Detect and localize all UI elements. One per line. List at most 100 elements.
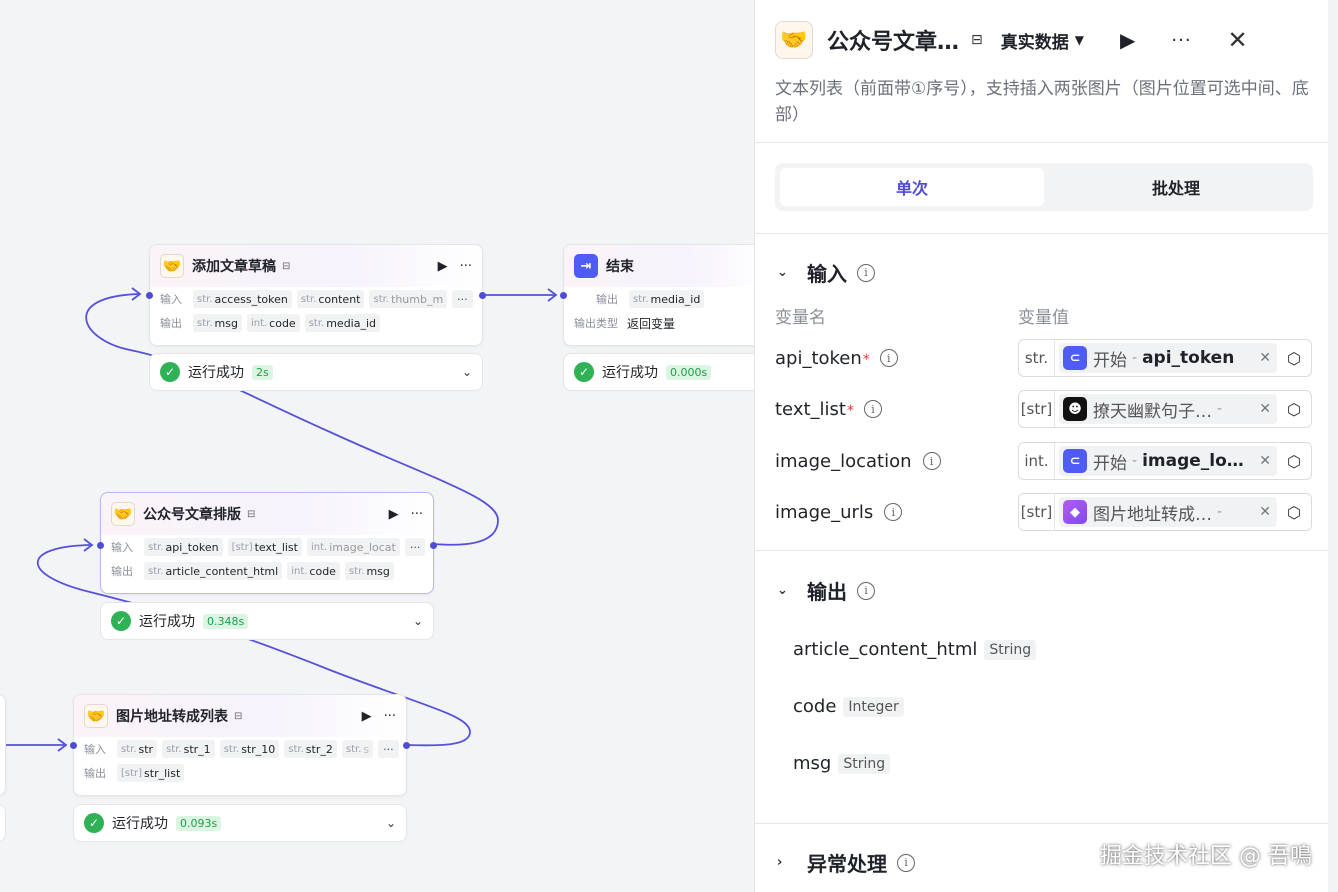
input-port[interactable] (560, 292, 567, 299)
input-section-header[interactable]: ⌄ 输入 i (777, 258, 875, 287)
plugin-icon: ⊟ (971, 32, 983, 48)
node-status-bar[interactable]: ✓ 运行成功 2s ⌄ (149, 353, 483, 391)
column-header-value: 变量值 (1018, 308, 1069, 328)
clear-icon[interactable]: ✕ (1259, 350, 1273, 366)
node-status-bar[interactable]: ✓ 运行成功 0.348s ⌄ (100, 602, 434, 640)
run-mode-tabs: 单次 批处理 (775, 163, 1313, 211)
param-value-field[interactable]: [str] ◆ 图片地址转成… - ✕ ⬡ (1018, 493, 1312, 531)
clear-icon[interactable]: ✕ (1259, 504, 1273, 520)
chevron-down-icon[interactable]: ⌄ (413, 614, 423, 628)
input-chip: str. api_token (144, 538, 223, 556)
param-row: text_list * i [str] ☻ 撩天幽默句子… - ✕ ⬡ (775, 390, 1315, 428)
variable-reference[interactable]: ☻ 撩天幽默句子… - ✕ (1059, 394, 1277, 424)
node-article-layout[interactable]: 🤝 公众号文章排版 ⊟ ▶ ··· 输入 str. api_token [str]… (97, 492, 437, 594)
start-node-icon: ⊂ (1063, 346, 1087, 370)
output-chip: str. article_content_html (144, 562, 283, 580)
clear-icon[interactable]: ✕ (1259, 453, 1273, 469)
variable-picker-icon[interactable]: ⬡ (1283, 501, 1305, 523)
more-inputs-button[interactable]: ··· (378, 740, 399, 758)
node-status-bar[interactable]: ✓ 运行成功 0.093s ⌄ (73, 804, 407, 842)
divider (755, 550, 1329, 551)
output-port[interactable] (479, 292, 486, 299)
run-icon[interactable]: ▶ (362, 709, 372, 724)
handshake-icon: 🤝 (84, 704, 108, 728)
status-text: 运行成功 (602, 365, 658, 381)
plugin-icon: ⊟ (247, 508, 256, 520)
node-title: 公众号文章排版 (143, 507, 241, 523)
exception-section-header[interactable]: › 异常处理 i (777, 848, 915, 877)
data-mode-select[interactable]: 真实数据 (1001, 28, 1069, 53)
success-icon: ✓ (574, 362, 594, 382)
node-image-to-list[interactable]: 🤝 图片地址转成列表 ⊟ ▶ ··· 输入 str. str str. str_1 … (70, 694, 410, 796)
more-icon[interactable]: ··· (411, 507, 423, 522)
run-icon[interactable]: ▶ (1120, 28, 1135, 52)
param-value-field[interactable]: int. ⊂ 开始 - image_lo… ✕ ⬡ (1018, 442, 1312, 480)
workflow-canvas[interactable]: 🤝 添加文章草稿 ⊟ ▶ ··· 输入 str. access_token str… (0, 0, 754, 892)
output-chip: int. code (287, 562, 340, 580)
watermark: 掘金技术社区 @ 吾鳴 (1100, 844, 1312, 869)
info-icon[interactable]: i (857, 263, 875, 282)
output-port[interactable] (430, 542, 437, 549)
output-section-header[interactable]: ⌄ 输出 i (777, 576, 875, 605)
variable-reference[interactable]: ⊂ 开始 - image_lo… ✕ (1059, 446, 1277, 476)
input-port[interactable] (97, 542, 104, 549)
success-icon: ✓ (160, 362, 180, 382)
param-value-field[interactable]: str. ⊂ 开始 - api_token ✕ ⬡ (1018, 339, 1312, 377)
output-label: 输出 (84, 767, 106, 780)
input-port[interactable] (70, 742, 77, 749)
node-title: 添加文章草稿 (192, 259, 276, 275)
output-port[interactable] (403, 742, 410, 749)
variable-picker-icon[interactable]: ⬡ (1283, 347, 1305, 369)
chevron-down-icon[interactable]: ⌄ (386, 816, 396, 830)
clear-icon[interactable]: ✕ (1259, 401, 1273, 417)
info-icon[interactable]: i (879, 349, 898, 367)
run-icon[interactable]: ▶ (389, 507, 399, 522)
more-icon[interactable]: ··· (1171, 30, 1191, 51)
divider (755, 823, 1329, 824)
info-icon[interactable]: i (884, 503, 903, 521)
status-text: 运行成功 (188, 365, 244, 381)
input-chip: int. image_locat (306, 538, 400, 556)
param-name: image_urls i (775, 502, 1018, 523)
info-icon[interactable]: i (897, 853, 915, 872)
input-chip: str. str (117, 740, 158, 758)
variable-picker-icon[interactable]: ⬡ (1283, 398, 1305, 420)
caret-down-icon[interactable]: ▼ (1075, 33, 1084, 47)
success-icon: ✓ (84, 813, 104, 833)
param-row: api_token * i str. ⊂ 开始 - api_token ✕ ⬡ (775, 339, 1315, 377)
tab-single[interactable]: 单次 (780, 168, 1044, 206)
node-end[interactable]: ⇥ 结束 输出 str. media_id 输出类型 返回变量 (560, 244, 754, 346)
output-chip: int. code (246, 314, 300, 332)
node-title: 图片地址转成列表 (116, 709, 228, 725)
output-chip: str. media_id (304, 314, 381, 332)
more-inputs-button[interactable]: ··· (404, 538, 426, 556)
tab-batch[interactable]: 批处理 (1044, 168, 1308, 206)
info-icon[interactable]: i (857, 581, 875, 600)
variable-reference[interactable]: ◆ 图片地址转成… - ✕ (1059, 497, 1277, 527)
plugin-icon: ⊟ (234, 710, 243, 722)
partial-node-status[interactable] (0, 804, 6, 842)
input-chip: str. thumb_m (369, 290, 448, 308)
handshake-icon: 🤝 (775, 21, 813, 59)
duration-badge: 2s (252, 364, 273, 380)
info-icon[interactable]: i (863, 400, 882, 418)
info-icon[interactable]: i (922, 452, 941, 470)
more-icon[interactable]: ··· (460, 259, 472, 274)
more-inputs-button[interactable]: ··· (452, 290, 473, 308)
run-icon[interactable]: ▶ (438, 259, 448, 274)
more-icon[interactable]: ··· (384, 709, 396, 724)
node-add-draft[interactable]: 🤝 添加文章草稿 ⊟ ▶ ··· 输入 str. access_token str… (146, 244, 486, 346)
close-icon[interactable]: ✕ (1228, 26, 1248, 54)
variable-picker-icon[interactable]: ⬡ (1283, 450, 1305, 472)
divider (755, 142, 1329, 143)
param-value-field[interactable]: [str] ☻ 撩天幽默句子… - ✕ ⬡ (1018, 390, 1312, 428)
input-chip: str. str_1 (162, 740, 215, 758)
variable-reference[interactable]: ⊂ 开始 - api_token ✕ (1059, 343, 1277, 373)
partial-node[interactable] (0, 694, 6, 796)
input-chip: str. str_10 (219, 740, 280, 758)
type-badge: String (838, 753, 891, 774)
chevron-down-icon[interactable]: ⌄ (462, 365, 472, 379)
input-port[interactable] (146, 292, 153, 299)
param-row: image_location i int. ⊂ 开始 - image_lo… ✕… (775, 442, 1315, 480)
node-status-bar[interactable]: ✓ 运行成功 0.000s (563, 353, 754, 391)
